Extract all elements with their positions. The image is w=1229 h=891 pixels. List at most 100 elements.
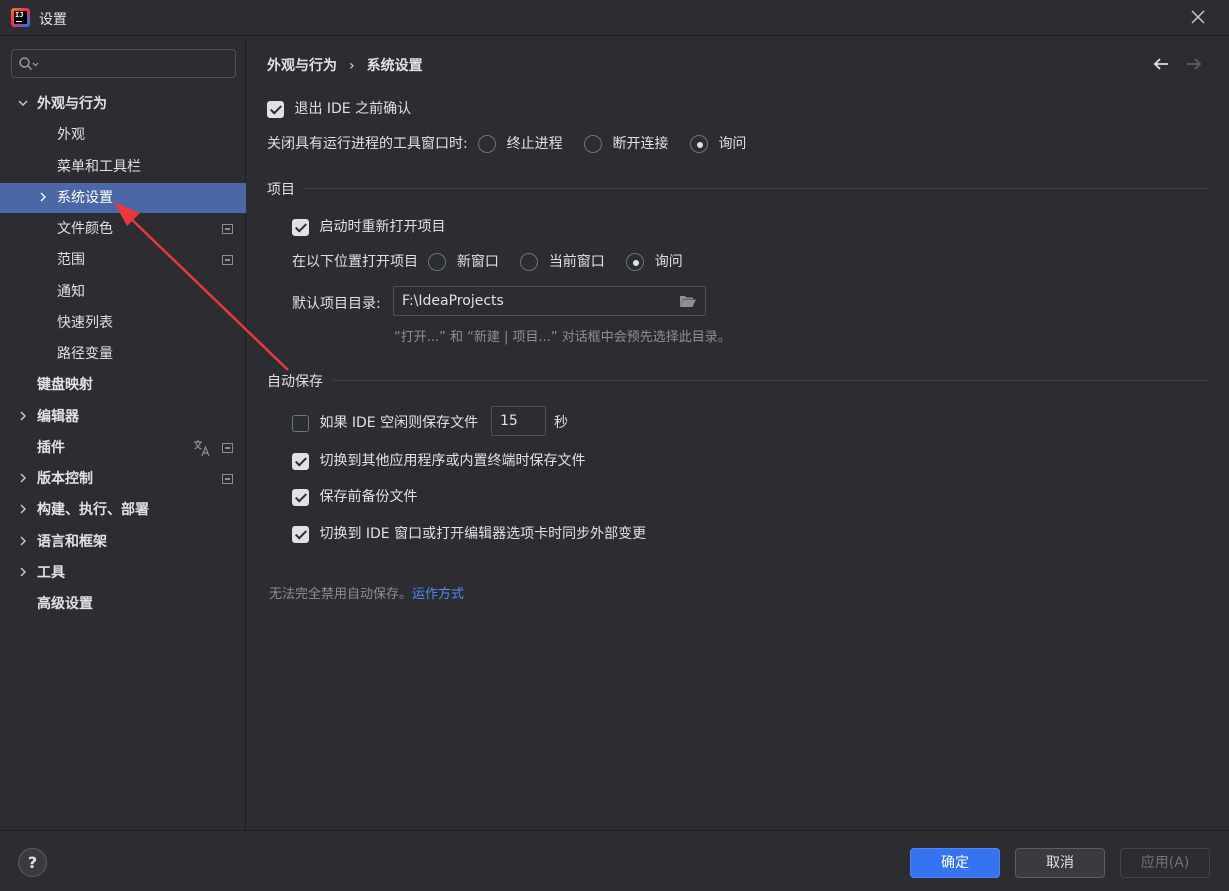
switch-app-save-checkbox[interactable] [292,452,309,470]
back-arrow-icon[interactable] [1152,55,1170,73]
project-level-icon [222,255,233,265]
chevron-down-icon [18,100,28,106]
translate-icon [194,440,210,457]
radio-current-window[interactable] [520,253,539,271]
radio-terminate-process[interactable] [478,135,497,153]
sidebar-item-label: 插件 [37,440,65,456]
confirm-exit-checkbox[interactable] [267,100,284,118]
settings-search-input[interactable] [11,49,236,78]
default-project-dir-value: F:\IdeaProjects [402,293,504,309]
sidebar-item-plugins[interactable]: 插件 [0,433,246,463]
autosave-note: 无法完全禁用自动保存。运作方式 [269,583,464,602]
sidebar-item-version-control[interactable]: 版本控制 [0,464,246,494]
sidebar-item-notifications[interactable]: 通知 [0,277,246,307]
sidebar-item-menus-toolbars[interactable]: 菜单和工具栏 [0,152,246,182]
chevron-right-icon [20,504,26,514]
sidebar-item-label: 语言和框架 [37,534,107,550]
sync-external-changes-checkbox[interactable] [292,525,309,543]
radio-label: 断开连接 [612,136,669,152]
default-project-dir-hint: “打开...” 和 “新建 | 项目...” 对话框中会预先选择此目录。 [394,330,731,345]
switch-app-save-label: 切换到其他应用程序或内置终端时保存文件 [319,453,586,469]
sidebar-item-quick-lists[interactable]: 快速列表 [0,308,246,338]
dialog-footer: ? 确定 取消 应用(A) [0,830,1229,891]
sidebar-item-scopes[interactable]: 范围 [0,245,246,275]
chevron-right-icon [40,192,46,202]
reopen-projects-checkbox[interactable] [292,218,309,236]
radio-label: 询问 [718,136,747,152]
sidebar-item-label: 键盘映射 [37,377,93,393]
sidebar-item-build-execution-deployment[interactable]: 构建、执行、部署 [0,495,246,525]
radio-ask[interactable] [626,253,645,271]
sync-external-changes-row: 切换到 IDE 窗口或打开编辑器选项卡时同步外部变更 [292,523,646,543]
project-section-title: 项目 [267,182,295,198]
apply-button[interactable]: 应用(A) [1120,848,1210,878]
radio-label: 当前窗口 [548,254,605,270]
backup-files-label: 保存前备份文件 [319,489,418,505]
breadcrumb-parent[interactable]: 外观与行为 [267,58,337,74]
close-icon[interactable] [1189,8,1207,26]
search-icon [19,57,39,70]
radio-label: 新窗口 [456,254,499,270]
cancel-button[interactable]: 取消 [1015,848,1105,878]
section-divider [303,188,1209,189]
sidebar-item-appearance-behavior[interactable]: 外观与行为 [0,89,246,119]
idle-seconds-unit: 秒 [554,415,568,431]
radio-new-window[interactable] [428,253,447,271]
sidebar-item-label: 工具 [37,565,65,581]
sidebar-item-appearance[interactable]: 外观 [0,120,246,150]
intellij-app-icon: IJ [11,8,30,27]
idle-seconds-input[interactable]: 15 [491,406,546,436]
close-tool-window-row: 关闭具有运行进程的工具窗口时: 终止进程 断开连接 询问 [267,133,746,153]
default-project-dir-field[interactable]: F:\IdeaProjects [393,286,706,316]
sidebar-item-label: 版本控制 [37,471,93,487]
open-project-in-row: 在以下位置打开项目 新窗口 当前窗口 询问 [292,251,683,271]
sidebar-item-advanced-settings[interactable]: 高级设置 [0,589,246,619]
confirm-exit-row: 退出 IDE 之前确认 [267,98,411,118]
sidebar-item-path-variables[interactable]: 路径变量 [0,339,246,369]
sidebar-item-label: 通知 [57,284,85,300]
project-level-icon [222,224,233,234]
sidebar-item-label: 外观 [57,127,85,143]
project-level-icon [222,443,233,453]
folder-open-icon[interactable] [679,294,697,308]
idle-save-checkbox[interactable] [292,414,309,432]
sidebar-item-label: 构建、执行、部署 [37,502,149,518]
confirm-exit-label: 退出 IDE 之前确认 [294,101,412,117]
project-level-icon [222,474,233,484]
title-bar: IJ 设置 [0,0,1229,36]
help-button[interactable]: ? [18,848,47,877]
reopen-projects-label: 启动时重新打开项目 [319,219,446,235]
radio-label: 询问 [654,254,683,270]
forward-arrow-icon[interactable] [1185,55,1203,73]
sidebar-item-label: 快速列表 [57,315,113,331]
chevron-right-icon [20,536,26,546]
sidebar-item-languages-frameworks[interactable]: 语言和框架 [0,527,246,557]
sidebar-item-keymap[interactable]: 键盘映射 [0,370,246,400]
switch-app-save-row: 切换到其他应用程序或内置终端时保存文件 [292,450,585,470]
sidebar-item-label: 编辑器 [37,409,79,425]
autosave-section-title: 自动保存 [267,374,323,390]
sidebar-item-label: 文件颜色 [57,221,113,237]
sidebar-item-label: 高级设置 [37,596,93,612]
reopen-projects-row: 启动时重新打开项目 [292,216,445,236]
window-title: 设置 [39,12,67,28]
sidebar-item-label: 系统设置 [57,190,113,206]
settings-sidebar: 外观与行为 外观 菜单和工具栏 系统设置 文件颜色 范围 通知 快速列表 路径变… [0,37,246,830]
close-tool-window-label: 关闭具有运行进程的工具窗口时: [267,136,468,152]
autosave-note-text: 无法完全禁用自动保存。 [269,587,413,602]
sidebar-item-label: 路径变量 [57,346,113,362]
sidebar-item-system-settings[interactable]: 系统设置 [0,183,246,213]
radio-ask[interactable] [689,135,708,153]
sidebar-item-file-colors[interactable]: 文件颜色 [0,214,246,244]
sidebar-item-label: 外观与行为 [37,96,107,112]
radio-disconnect[interactable] [584,135,603,153]
backup-files-checkbox[interactable] [292,488,309,506]
sidebar-item-editor[interactable]: 编辑器 [0,402,246,432]
how-it-works-link[interactable]: 运作方式 [412,587,464,602]
breadcrumb-separator: › [349,58,355,74]
chevron-right-icon [20,567,26,577]
default-project-dir-label: 默认项目目录: [292,296,381,312]
sidebar-item-tools[interactable]: 工具 [0,558,246,588]
idle-save-row: 如果 IDE 空闲则保存文件 [292,412,478,432]
ok-button[interactable]: 确定 [910,848,1000,878]
